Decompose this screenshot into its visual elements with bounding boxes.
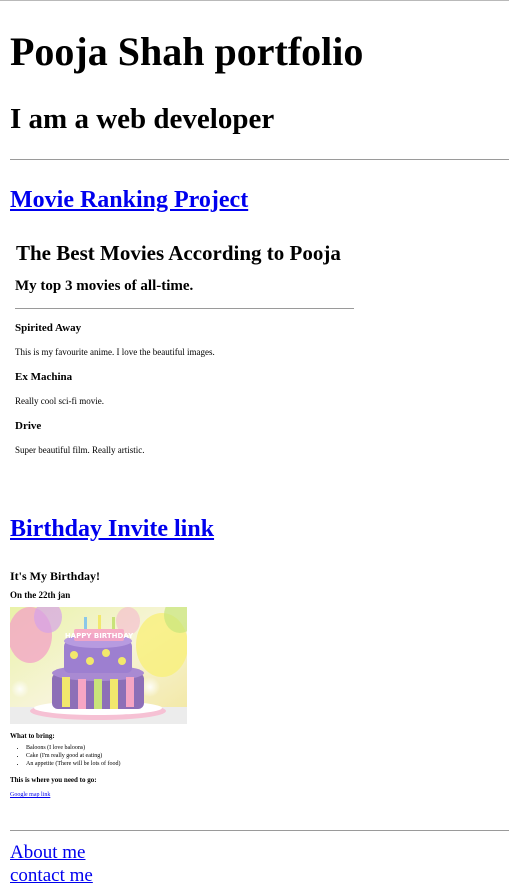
- movie-page-title: The Best Movies According to Pooja: [16, 241, 341, 265]
- page-subtitle: I am a web developer: [10, 103, 275, 135]
- top-border: [0, 0, 509, 1]
- bring-heading: What to bring:: [10, 732, 55, 740]
- divider-bottom: [10, 830, 509, 831]
- invite-title: It's My Birthday!: [10, 569, 100, 583]
- contact-me-link[interactable]: contact me: [10, 865, 93, 887]
- movie-title: Drive: [15, 420, 42, 432]
- birthday-invite-link[interactable]: Birthday Invite link: [10, 515, 214, 543]
- cake-topper-text: HAPPY BIRTHDAY: [65, 632, 134, 640]
- where-heading: This is where you need to go:: [10, 776, 97, 784]
- movie-description: Really cool sci-fi movie.: [15, 396, 104, 406]
- birthday-cake-image: HAPPY BIRTHDAY: [10, 607, 187, 724]
- movie-ranking-project-link[interactable]: Movie Ranking Project: [10, 186, 248, 214]
- bring-list: Baloons (I love baloons) Cake (I'm reall…: [10, 744, 120, 768]
- divider-top: [10, 159, 509, 160]
- movie-description: Super beautiful film. Really artistic.: [15, 445, 145, 455]
- about-me-link[interactable]: About me: [10, 842, 85, 864]
- movie-page-subtitle: My top 3 movies of all-time.: [15, 278, 194, 294]
- movie-title: Ex Machina: [15, 371, 73, 383]
- google-map-link[interactable]: Google map link: [10, 791, 50, 799]
- movie-title: Spirited Away: [15, 322, 82, 334]
- movie-divider: [15, 308, 354, 309]
- list-item: An appetite (There will be lots of food): [26, 760, 120, 768]
- movie-ranking-embed: The Best Movies According to Pooja My to…: [10, 232, 360, 472]
- invite-date: On the 22th jan: [10, 590, 71, 600]
- page-title: Pooja Shah portfolio: [10, 29, 364, 74]
- list-item: Cake (I'm really good at eating): [26, 752, 120, 760]
- list-item: Baloons (I love baloons): [26, 744, 120, 752]
- movie-description: This is my favourite anime. I love the b…: [15, 347, 215, 357]
